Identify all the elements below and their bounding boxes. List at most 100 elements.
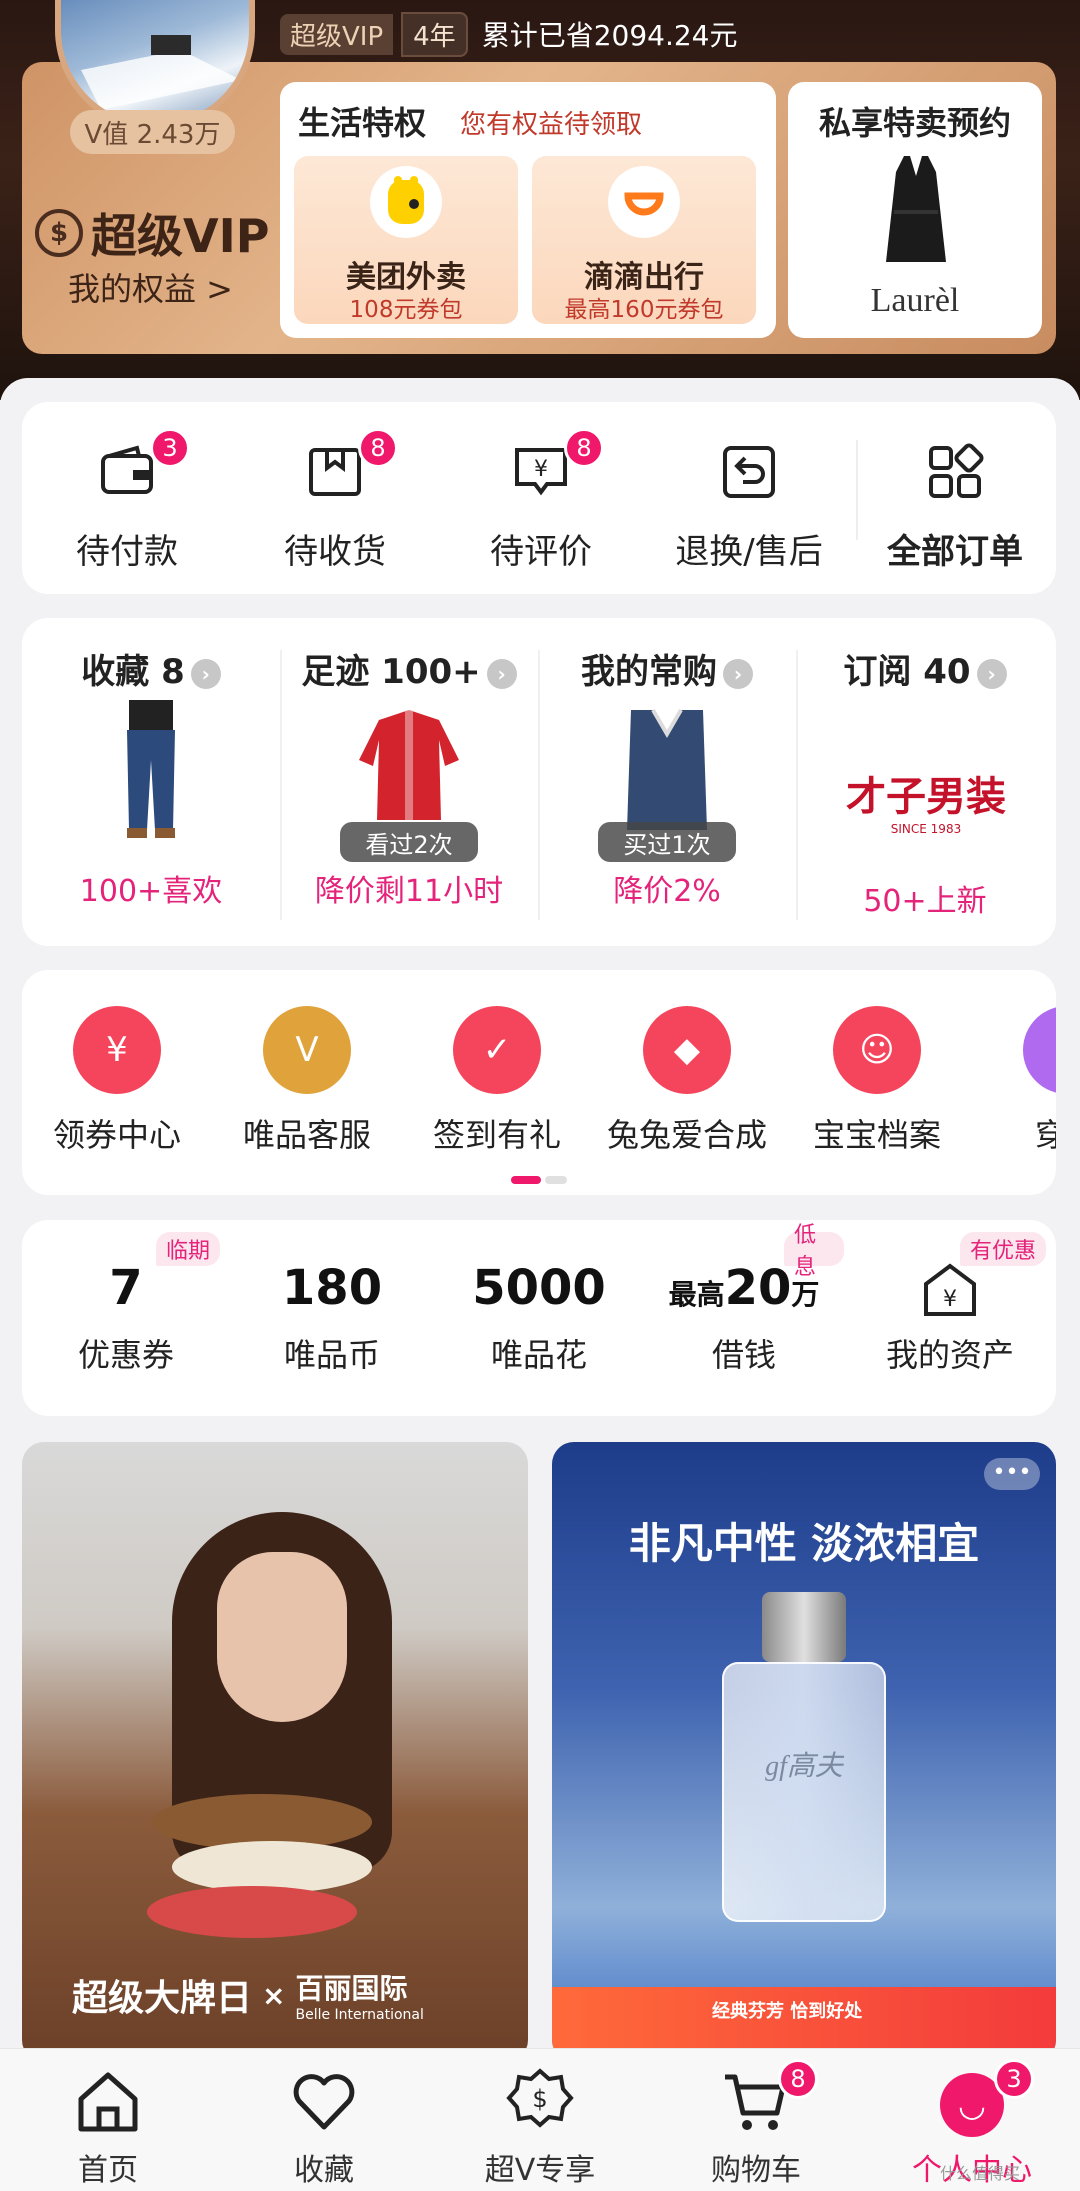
v-value-pill[interactable]: V值 2.43万 xyxy=(70,110,235,154)
asset-loan[interactable]: 最高20万 借钱 低息 xyxy=(644,1223,844,1390)
order-all[interactable]: 全部订单 xyxy=(860,432,1050,572)
service-label: 唯品客服 xyxy=(242,1116,371,1154)
tab-label: 购物车 xyxy=(711,2153,801,2188)
coupon-center-icon: ¥ xyxy=(73,1006,161,1094)
wallet-icon xyxy=(101,445,153,494)
asset-value: 7 xyxy=(109,1260,143,1316)
package-icon xyxy=(309,448,361,496)
tab-cart[interactable]: 8 购物车 xyxy=(676,2059,836,2188)
return-icon xyxy=(723,446,775,498)
bought-tag: 买过1次 xyxy=(598,822,736,862)
order-pending-payment[interactable]: 3 待付款 xyxy=(32,428,222,572)
svip-icon: $ xyxy=(506,2068,574,2128)
brand-logo: Laurèl xyxy=(870,282,960,319)
service-coupon-center[interactable]: ¥ 领券中心 xyxy=(22,1006,212,1166)
subscriptions-entry[interactable]: 订阅 40 › 才子男装 SINCE 1983 50+上新 xyxy=(796,644,1054,934)
coupon-desc: 108元券包 xyxy=(349,297,463,323)
badge: 8 xyxy=(564,428,604,468)
service-label: 领券中心 xyxy=(52,1116,181,1154)
service-customer-service[interactable]: V 唯品客服 xyxy=(212,1006,402,1166)
order-label: 待收货 xyxy=(284,532,386,572)
shoes-image xyxy=(147,1794,372,1938)
more-icon[interactable]: ••• xyxy=(984,1458,1040,1490)
promo-banner-right[interactable]: ••• 非凡中性 淡浓相宜 gf高夫 经典芬芳 恰到好处 xyxy=(552,1442,1056,2062)
asset-vip-credit[interactable]: 5000 唯品花 xyxy=(439,1260,639,1390)
baby-icon: ☺ xyxy=(833,1006,921,1094)
service-label: 宝宝档案 xyxy=(812,1116,941,1154)
order-label: 待评价 xyxy=(490,532,592,572)
asset-label: 优惠券 xyxy=(77,1336,174,1374)
asset-label: 唯品币 xyxy=(283,1336,380,1374)
private-sale-card[interactable]: 私享特卖预约 Laurèl xyxy=(788,82,1042,338)
review-icon: ¥ xyxy=(515,448,567,496)
asset-label: 借钱 xyxy=(711,1336,776,1374)
asset-vip-coins[interactable]: 180 唯品币 xyxy=(232,1260,432,1390)
order-label: 全部订单 xyxy=(887,532,1023,572)
asset-my-assets[interactable]: ¥ 我的资产 有优惠 xyxy=(850,1232,1050,1390)
orders-card: 3 待付款 8 待收货 ¥ 8 待评价 退换/售后 全部订单 xyxy=(22,402,1056,594)
svip-logo-text: 超级VIP xyxy=(91,209,270,263)
service-bunny-merge[interactable]: ◆ 兔兔爱合成 xyxy=(592,1006,782,1166)
svip-logo[interactable]: $ 超级VIP xyxy=(35,200,269,266)
coat-image xyxy=(886,156,946,262)
bottom-tab-bar: 首页 收藏 $ 超V专享 8 购物车 ◡ 3 个人中心 xyxy=(0,2048,1080,2191)
frequent-purchases-entry[interactable]: 我的常购 › 买过1次 降价2% xyxy=(538,644,796,934)
tab-svip[interactable]: $ 超V专享 xyxy=(460,2067,620,2188)
badge: 8 xyxy=(358,428,398,468)
saved-amount: 累计已省2094.24元 xyxy=(481,19,738,52)
partial-icon xyxy=(1023,1006,1056,1094)
frequent-foot: 降价2% xyxy=(613,874,721,909)
tab-label: 超V专享 xyxy=(484,2153,596,2188)
model-face xyxy=(217,1552,347,1722)
favorites-foot: 100+喜欢 xyxy=(79,874,223,909)
divider xyxy=(280,650,282,920)
coupon-didi[interactable]: 滴滴出行 最高160元券包 xyxy=(532,156,756,324)
asset-label: 我的资产 xyxy=(885,1336,1014,1374)
customer-service-icon: V xyxy=(263,1006,351,1094)
asset-value: 180 xyxy=(281,1260,383,1316)
cart-badge: 8 xyxy=(778,2059,818,2099)
service-partial[interactable]: 穿上 xyxy=(972,1006,1056,1166)
frequent-purchases-title: 我的常购 › xyxy=(538,644,796,693)
dress-image xyxy=(359,710,459,820)
banner-strip-text: 经典芬芳 恰到好处 xyxy=(712,2001,863,2022)
divider xyxy=(796,650,798,920)
footprints-foot: 降价剩11小时 xyxy=(314,874,504,909)
viewed-tag: 看过2次 xyxy=(340,822,478,862)
svip-tag: 超级VIP xyxy=(280,13,394,55)
life-privilege-card[interactable]: 生活特权 您有权益待领取 美团外卖 108元券包 滴滴出行 最高160元券包 xyxy=(280,82,776,338)
home-icon xyxy=(78,2072,138,2132)
asset-tag: 有优惠 xyxy=(960,1232,1047,1266)
tab-home[interactable]: 首页 xyxy=(28,2067,188,2188)
all-orders-icon xyxy=(929,443,984,498)
svg-text:¥: ¥ xyxy=(943,1287,957,1312)
service-label: 兔兔爱合成 xyxy=(606,1116,767,1154)
service-baby-profile[interactable]: ☺ 宝宝档案 xyxy=(782,1006,972,1166)
favorites-entry[interactable]: 收藏 8 › 100+喜欢 xyxy=(22,644,280,934)
didi-icon xyxy=(608,166,680,238)
bag-icon: ◆ xyxy=(643,1006,731,1094)
perfume-bottle-image: gf高夫 xyxy=(722,1592,886,1922)
heart-icon xyxy=(293,2074,355,2130)
svip-summary[interactable]: 超级VIP 4年 累计已省2094.24元 xyxy=(280,11,738,57)
order-label: 待付款 xyxy=(76,532,178,572)
promo-banner-left[interactable]: 超级大牌日 × 百丽国际 Belle International xyxy=(22,1442,528,2062)
subscriptions-foot: 50+上新 xyxy=(863,884,987,919)
order-after-sales[interactable]: 退换/售后 xyxy=(654,432,844,572)
assets-house-icon: ¥ xyxy=(924,1263,976,1316)
footprints-entry[interactable]: 足迹 100+ › 看过2次 降价剩11小时 xyxy=(280,644,538,934)
order-pending-receipt[interactable]: 8 待收货 xyxy=(240,428,430,572)
my-rights-link[interactable]: 我的权益 > xyxy=(68,264,233,310)
coupon-meituan[interactable]: 美团外卖 108元券包 xyxy=(294,156,518,324)
favorites-title: 收藏 8 › xyxy=(22,644,280,693)
tab-favorites[interactable]: 收藏 xyxy=(244,2067,404,2188)
service-checkin[interactable]: ✓ 签到有礼 xyxy=(402,1006,592,1166)
pager-dot-active xyxy=(511,1176,541,1184)
profile-badge: 3 xyxy=(994,2059,1034,2099)
jeans-image xyxy=(127,700,175,838)
order-pending-review[interactable]: ¥ 8 待评价 xyxy=(446,428,636,572)
asset-coupons[interactable]: 7 优惠券 临期 xyxy=(26,1232,226,1390)
coupon-desc: 最高160元券包 xyxy=(564,297,724,323)
arrow-icon: › xyxy=(723,658,753,689)
svip-badge-icon: $ xyxy=(35,209,83,257)
